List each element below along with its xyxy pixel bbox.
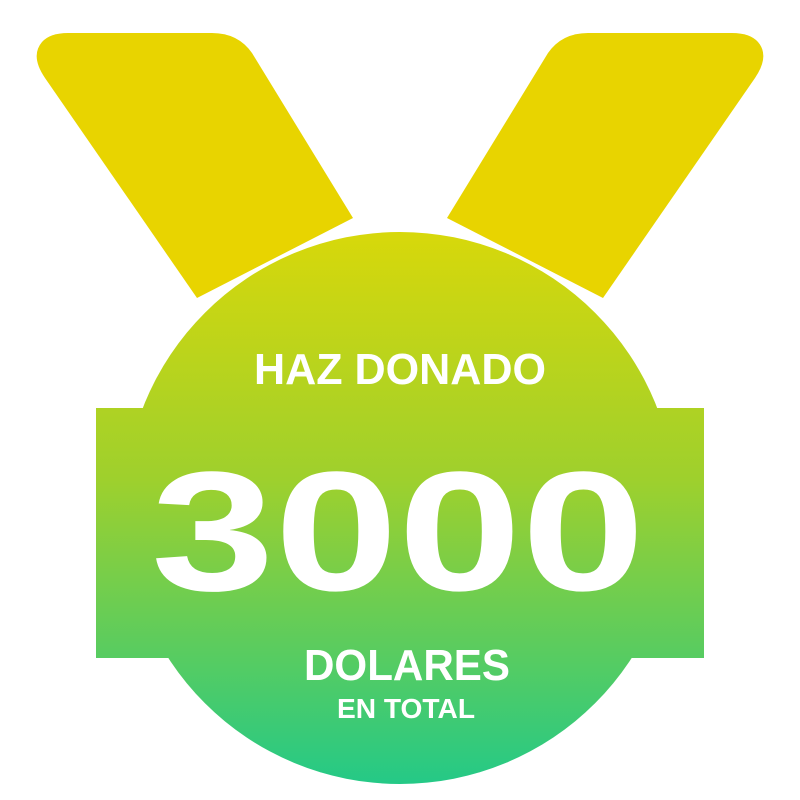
unit-text: DOLARES — [304, 641, 510, 690]
intro-text: HAZ DONADO — [254, 345, 546, 394]
donation-medal-badge: HAZ DONADO 3000 DOLARES EN TOTAL — [36, 33, 764, 784]
donation-amount: 3000 — [151, 437, 645, 627]
suffix-text: EN TOTAL — [337, 693, 475, 724]
